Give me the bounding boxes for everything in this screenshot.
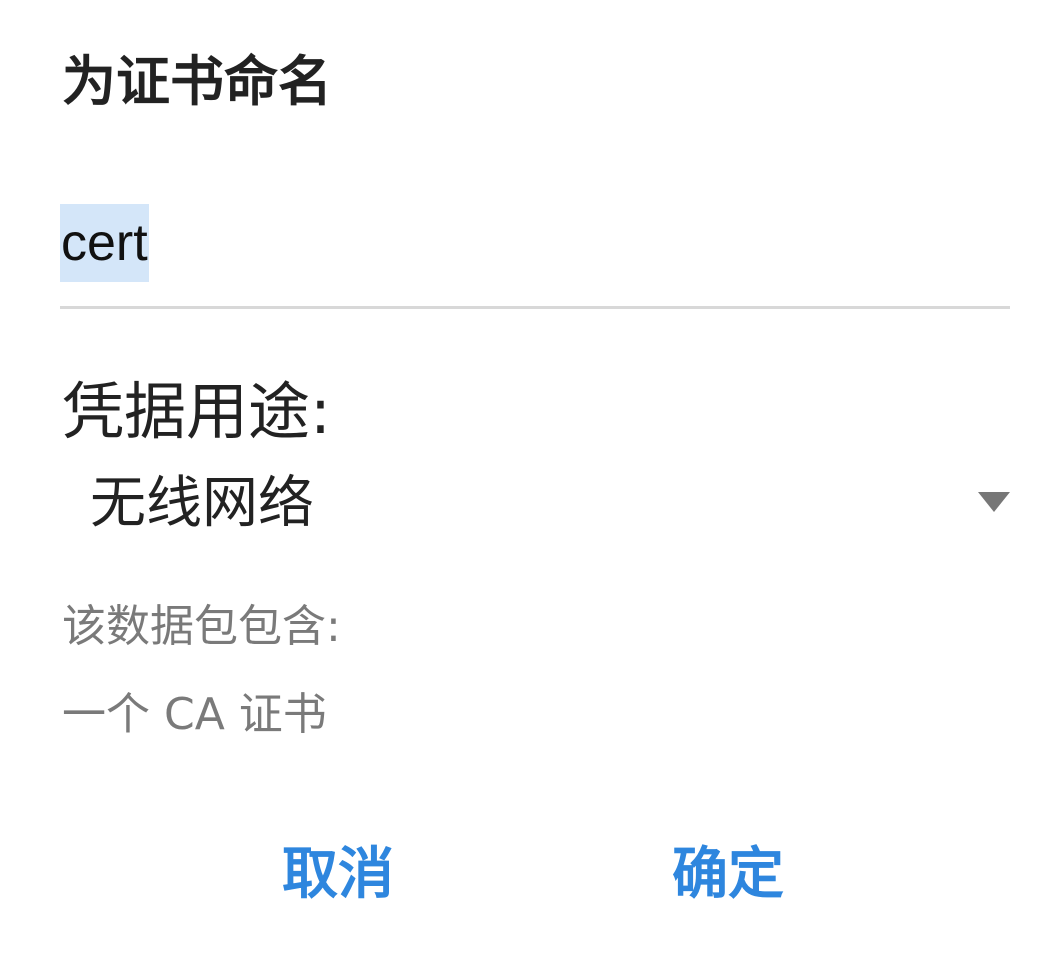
- name-certificate-dialog: 为证书命名 cert 凭据用途: 无线网络 该数据包包含: 一个 CA 证书 取…: [0, 0, 1052, 962]
- input-underline: [60, 306, 1010, 309]
- credential-usage-dropdown[interactable]: 无线网络: [60, 458, 1012, 550]
- package-contents-item: 一个 CA 证书: [62, 689, 327, 740]
- credential-usage-label: 凭据用途:: [62, 375, 331, 448]
- ok-button[interactable]: 确定: [632, 820, 824, 930]
- cancel-button[interactable]: 取消: [242, 820, 434, 930]
- dialog-title: 为证书命名: [62, 50, 332, 113]
- credential-usage-selected-value[interactable]: 无线网络: [90, 464, 314, 544]
- certificate-name-input[interactable]: cert: [60, 204, 149, 282]
- certificate-name-field[interactable]: cert: [60, 196, 1010, 312]
- package-contents-label: 该数据包包含:: [62, 601, 341, 652]
- triangle-down-icon[interactable]: [978, 492, 1010, 512]
